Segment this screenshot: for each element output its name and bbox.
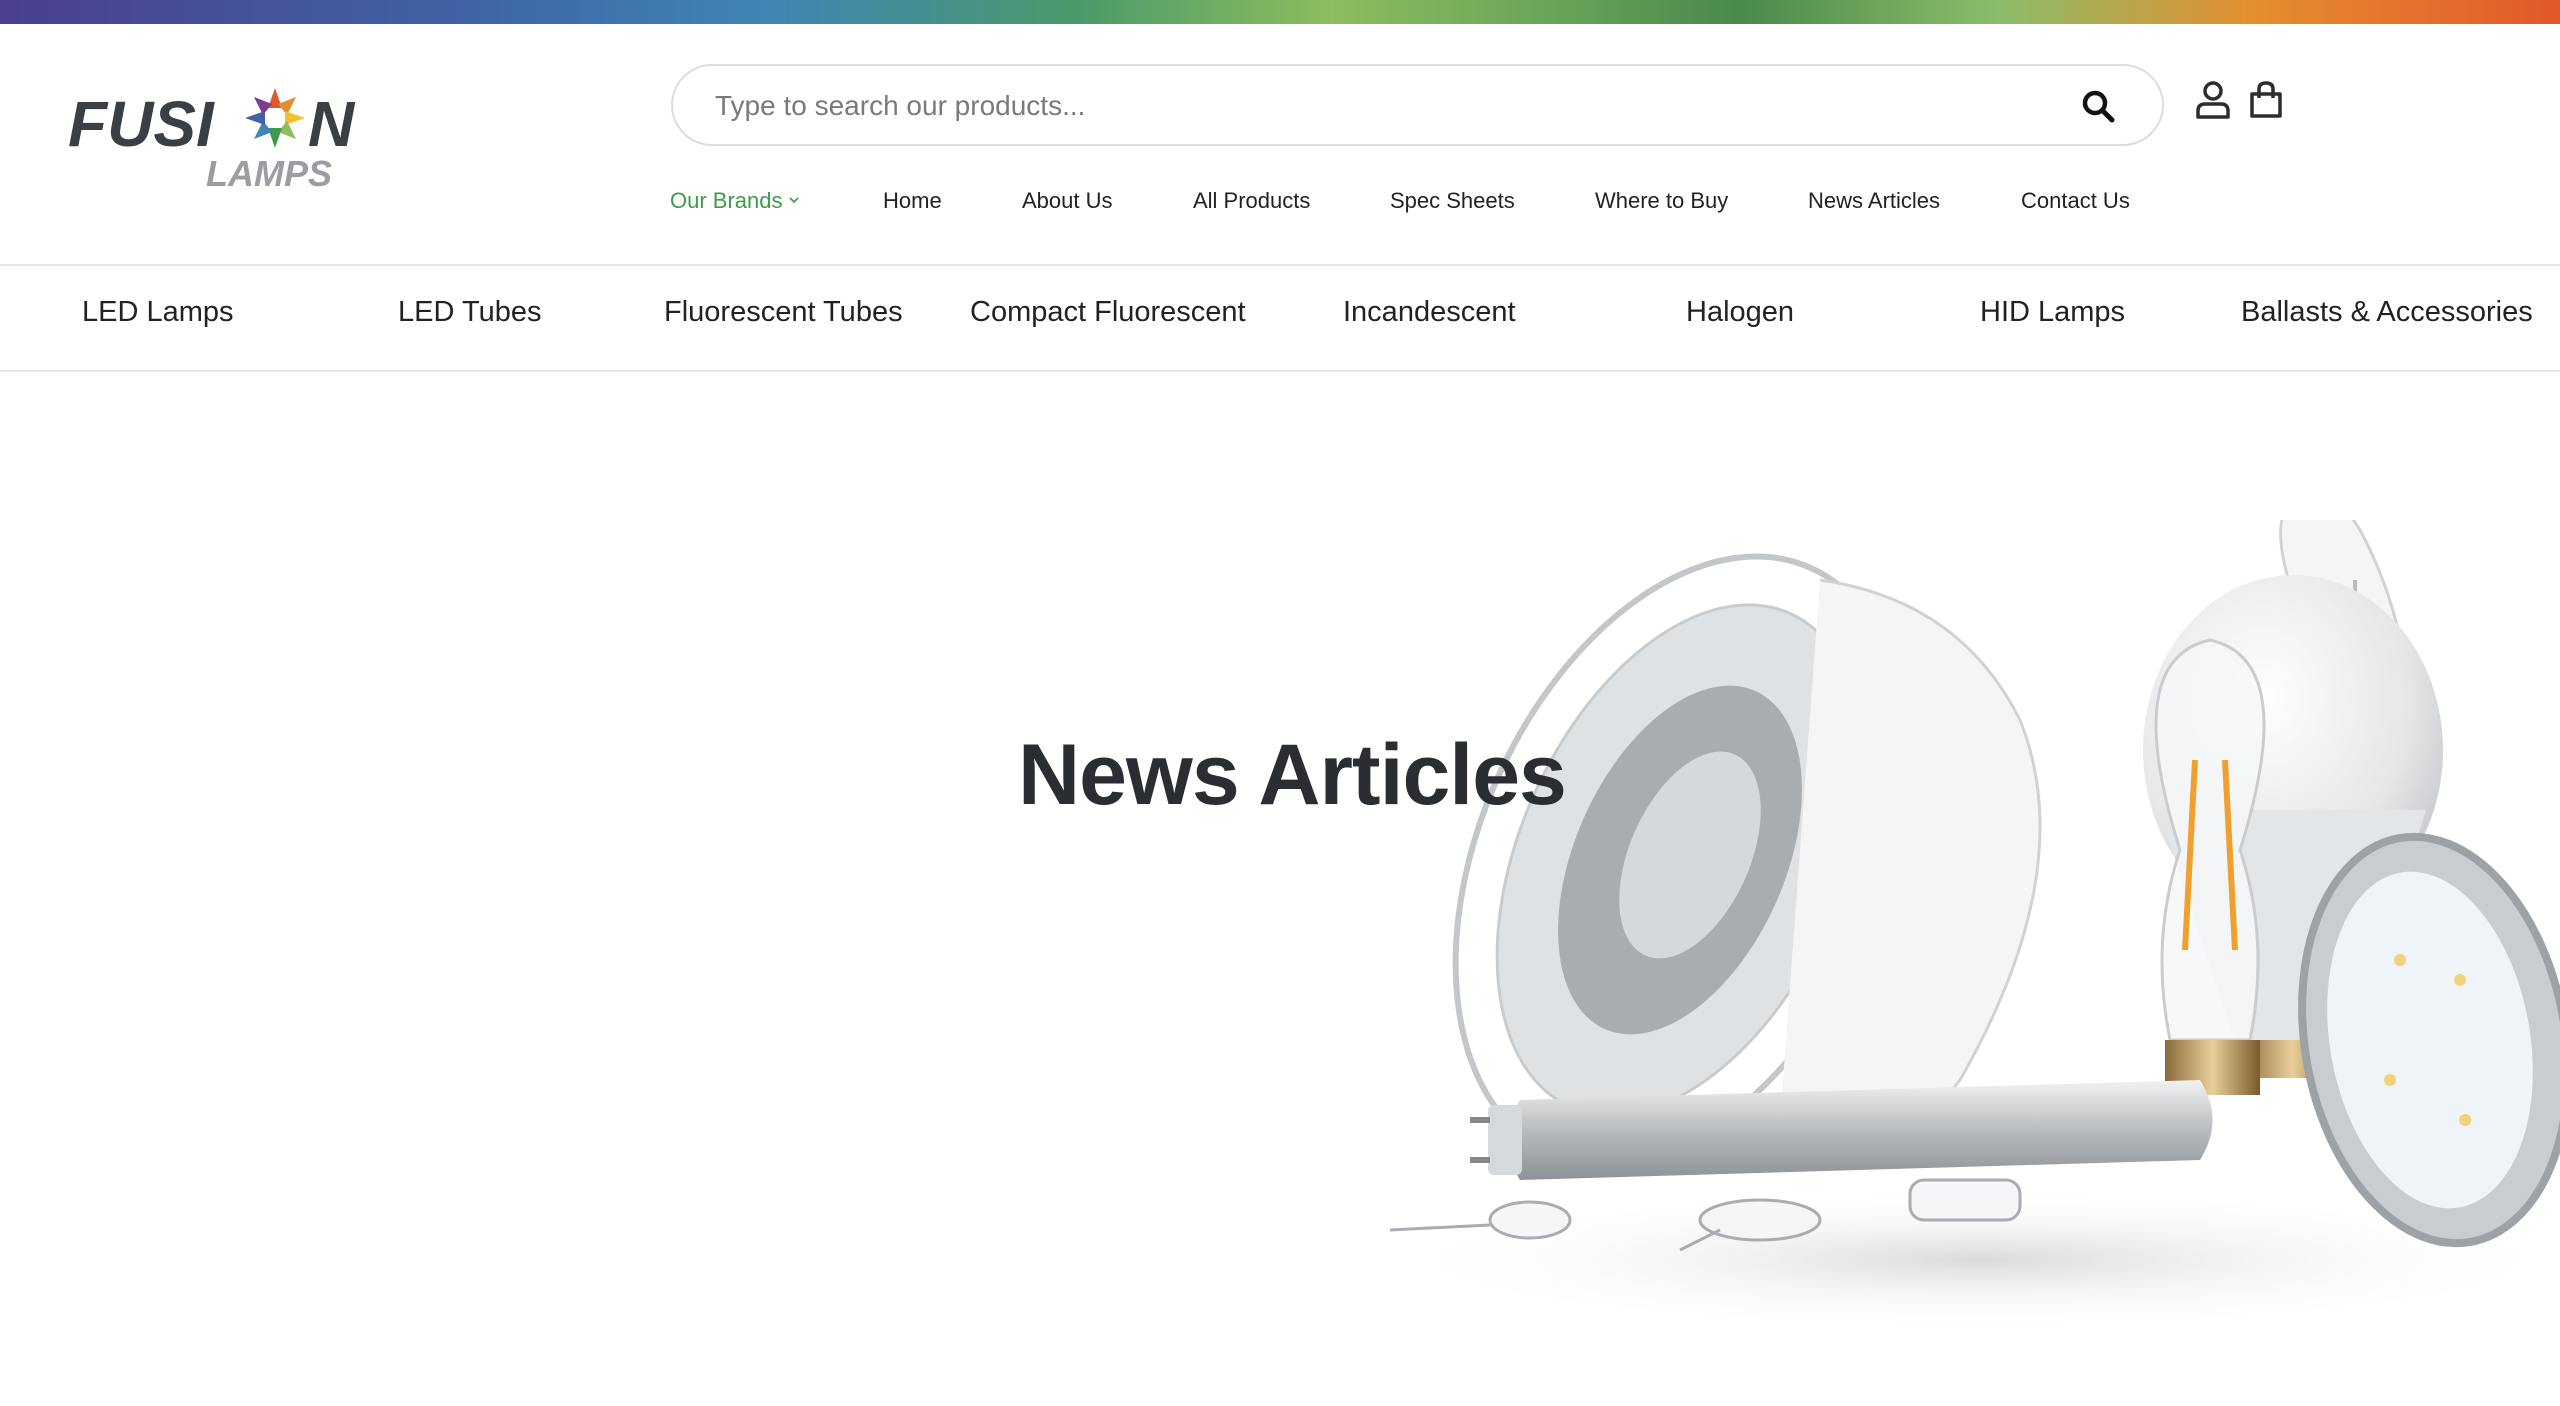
brand-color-stripe	[0, 0, 2560, 24]
hero-lamps-image	[1380, 520, 2560, 1330]
shopping-bag-icon[interactable]	[2248, 80, 2284, 120]
account-icon[interactable]	[2195, 80, 2231, 120]
chevron-down-icon	[788, 197, 799, 204]
logo-text-lamps: LAMPS	[206, 153, 332, 194]
category-fluorescent-tubes[interactable]: Fluorescent Tubes	[664, 296, 903, 329]
category-hid-lamps[interactable]: HID Lamps	[1980, 296, 2125, 329]
nav-about-us[interactable]: About Us	[1022, 188, 1113, 214]
nav-spec-sheets[interactable]: Spec Sheets	[1390, 188, 1515, 214]
page-title: News Articles	[1018, 727, 1567, 823]
search-bar	[671, 64, 2164, 146]
logo-text-fusion: FUSI	[68, 88, 215, 160]
category-led-lamps[interactable]: LED Lamps	[82, 296, 234, 329]
category-incandescent[interactable]: Incandescent	[1343, 296, 1516, 329]
category-ballasts-accessories[interactable]: Ballasts & Accessories	[2241, 296, 2533, 329]
fusion-lamps-logo[interactable]: FUSI N LAMPS	[66, 84, 366, 194]
logo-text-n: N	[308, 88, 356, 160]
nav-where-to-buy[interactable]: Where to Buy	[1595, 188, 1728, 214]
nav-contact-us[interactable]: Contact Us	[2021, 188, 2130, 214]
search-icon[interactable]	[2080, 88, 2116, 124]
category-bar: LED Lamps LED Tubes Fluorescent Tubes Co…	[0, 264, 2560, 372]
nav-home[interactable]: Home	[883, 188, 942, 214]
logo-star-icon	[245, 88, 305, 148]
category-compact-fluorescent[interactable]: Compact Fluorescent	[970, 296, 1246, 329]
search-input[interactable]	[713, 66, 2017, 146]
nav-news-articles[interactable]: News Articles	[1808, 188, 1940, 214]
nav-all-products[interactable]: All Products	[1193, 188, 1310, 214]
nav-our-brands[interactable]: Our Brands	[670, 188, 799, 214]
category-led-tubes[interactable]: LED Tubes	[398, 296, 541, 329]
nav-our-brands-label: Our Brands	[670, 188, 783, 213]
category-halogen[interactable]: Halogen	[1686, 296, 1794, 329]
